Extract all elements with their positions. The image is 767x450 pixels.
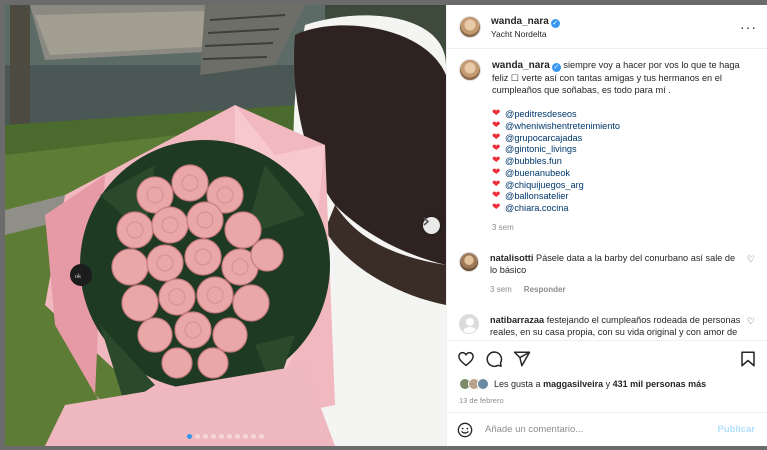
likes-count[interactable]: 431 mil personas más [613,379,707,389]
comment-meta: 3 sem Responder [490,284,743,296]
more-horizontal-icon[interactable]: ··· [740,19,757,35]
tag-item: ❤ @peditresdeseos [492,108,755,120]
verified-badge-icon: ✓ [550,18,560,28]
tag-link[interactable]: @gintonic_livings [505,143,577,155]
post-sidebar: wanda_nara ✓ Yacht Nordelta ··· wanda_nar… [446,5,767,446]
emoji-smiley-icon[interactable] [457,422,473,438]
heart-emoji-icon: ❤ [492,143,501,155]
comment-input[interactable] [485,424,718,435]
comment-bubble-icon[interactable] [485,350,503,368]
post-header: wanda_nara ✓ Yacht Nordelta ··· [447,5,767,49]
tag-item: ❤ @gintonic_livings [492,143,755,155]
heart-emoji-icon: ❤ [492,131,501,143]
caption: wanda_nara ✓ siempre voy a hacer por vos … [459,59,755,234]
heart-emoji-icon: ❤ [492,107,501,119]
screenshot-frame: ok wanda_nara ✓ Yacht Nordelta ··· wanda… [0,0,767,450]
post-date[interactable]: 13 de febrero [447,392,767,412]
comment-like-heart-icon[interactable]: ♡ [747,316,755,327]
post-actions [447,340,767,376]
author-username[interactable]: wanda_nara [491,16,549,27]
tag-item: ❤ @chiquijuegos_arg [492,179,755,191]
liker-avatars[interactable] [459,378,489,390]
comment-item: natibarrazaa festejando el cumpleaños ro… [459,314,755,340]
carousel-dot [259,434,264,439]
carousel-dot [195,434,200,439]
likes-summary: Les gusta a maggasilveira y 431 mil pers… [447,376,767,392]
tag-link[interactable]: @bubbles.fun [505,155,562,167]
tag-link[interactable]: @grupocarcajadas [505,132,582,144]
save-bookmark-icon[interactable] [739,350,757,368]
likes-user[interactable]: maggasilveira [543,379,603,389]
caption-meta: 3 sem [492,222,755,234]
carousel-indicator [5,434,446,439]
instagram-post: ok wanda_nara ✓ Yacht Nordelta ··· wanda… [5,5,767,446]
heart-emoji-icon: ❤ [492,190,501,202]
caption-username[interactable]: wanda_nara [492,60,550,71]
tag-link[interactable]: @chiquijuegos_arg [505,179,584,191]
tag-item: ❤ @grupocarcajadas [492,132,755,144]
caption-time[interactable]: 3 sem [492,222,514,234]
carousel-dot [219,434,224,439]
tag-link[interactable]: @peditresdeseos [505,108,577,120]
tag-item: ❤ @buenanubeok [492,167,755,179]
heart-emoji-icon: ❤ [492,119,501,131]
comments-section: wanda_nara ✓ siempre voy a hacer por vos … [447,49,767,340]
author-avatar[interactable] [459,15,481,38]
comment-item: natalisotti Pásele data a la barby del c… [459,252,755,296]
reply-button[interactable]: Responder [524,284,566,296]
commenter-username[interactable]: natalisotti [490,253,533,263]
heart-emoji-icon: ❤ [492,202,501,214]
verified-badge-icon: ✓ [551,63,561,72]
commenter-avatar[interactable] [459,252,479,273]
carousel-dot [187,434,192,439]
heart-emoji-icon: ❤ [492,166,501,178]
carousel-dot [251,434,256,439]
tag-item: ❤ @ballonsatelier [492,190,755,203]
tag-item: ❤ @bubbles.fun [492,155,755,167]
caption-tags: ❤ @peditresdeseos ❤ @wheniwishentretenimie… [492,108,755,214]
tag-link[interactable]: @buenanubeok [505,167,570,179]
carousel-dot [243,434,248,439]
bouquet-photo: ok [5,5,446,446]
heart-emoji-icon: ❤ [492,178,501,190]
add-comment-bar: Publicar [447,412,767,446]
carousel-dot [235,434,240,439]
heart-emoji-icon: ❤ [492,155,501,167]
carousel-dot [203,434,208,439]
share-send-icon[interactable] [513,350,531,368]
tag-item: ❤ @wheniwishentretenimiento [492,120,755,132]
comment-time[interactable]: 3 sem [490,284,512,296]
likes-joiner: y [605,379,611,389]
author-info: wanda_nara ✓ Yacht Nordelta [491,13,560,41]
chevron-right-icon [423,217,430,226]
tag-item: ❤ @chiara.cocina [492,202,755,214]
tag-link[interactable]: @ballonsatelier [505,190,568,202]
commenter-avatar[interactable] [459,314,479,335]
carousel-dot [211,434,216,439]
carousel-dot [227,434,232,439]
likes-prefix: Les gusta a [494,379,541,389]
like-heart-icon[interactable] [457,350,475,368]
tag-link[interactable]: @chiara.cocina [505,202,568,214]
post-location[interactable]: Yacht Nordelta [491,28,560,41]
tag-link[interactable]: @wheniwishentretenimiento [505,120,620,132]
liker-avatar [477,378,489,390]
commenter-username[interactable]: natibarrazaa [490,315,544,325]
svg-text:ok: ok [75,274,81,280]
publish-button[interactable]: Publicar [718,424,756,435]
caption-avatar[interactable] [459,59,481,81]
post-media[interactable]: ok [5,5,446,446]
carousel-next-button[interactable] [423,217,440,234]
comment-like-heart-icon[interactable]: ♡ [747,254,755,265]
